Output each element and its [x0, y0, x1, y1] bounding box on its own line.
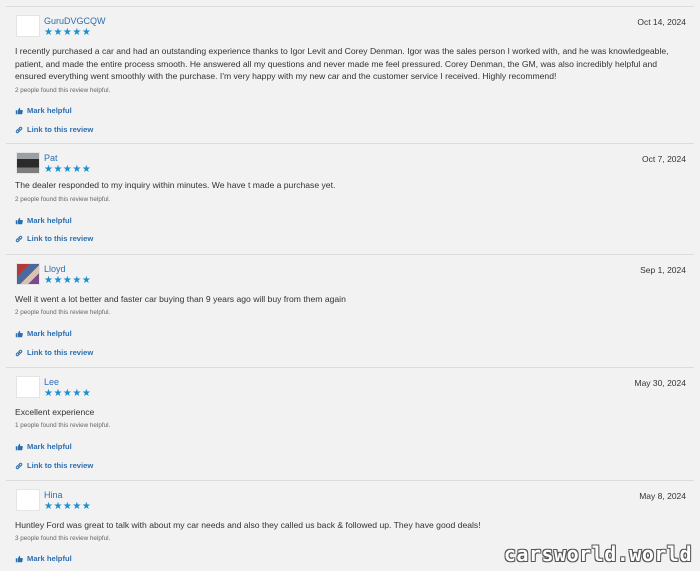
reviewer-name[interactable]: GuruDVGCQW [44, 16, 106, 26]
mark-helpful-button[interactable]: Mark helpful [15, 442, 72, 451]
review-date: May 30, 2024 [634, 378, 686, 388]
reviewer-name[interactable]: Lee [44, 377, 59, 387]
review-date: Sep 1, 2024 [640, 265, 686, 275]
review-text: The dealer responded to my inquiry withi… [15, 180, 336, 190]
mark-helpful-label: Mark helpful [27, 442, 72, 451]
watermark: carsworld.world [503, 542, 692, 566]
review-text: I recently purchased a car and had an ou… [15, 46, 669, 82]
link-icon [15, 126, 23, 133]
reviewer-name[interactable]: Pat [44, 153, 58, 163]
review-card: Lee ★★★★★ May 30, 2024 Excellent experie… [6, 368, 694, 481]
mark-helpful-button[interactable]: Mark helpful [15, 216, 72, 225]
review-text: Well it went a lot better and faster car… [15, 294, 346, 304]
helpful-count: 2 people found this review helpful. [15, 196, 111, 203]
review-link[interactable]: Link to this review [15, 461, 93, 470]
avatar [16, 15, 40, 37]
review-card: Pat ★★★★★ Oct 7, 2024 The dealer respond… [6, 144, 694, 255]
avatar [16, 152, 40, 174]
helpful-count: 3 people found this review helpful. [15, 535, 111, 542]
link-label: Link to this review [27, 461, 94, 470]
link-icon [15, 349, 23, 356]
review-link[interactable]: Link to this review [15, 125, 93, 134]
mark-helpful-label: Mark helpful [27, 554, 72, 563]
reviews-list: GuruDVGCQW ★★★★★ Oct 14, 2024 I recently… [6, 6, 694, 571]
mark-helpful-label: Mark helpful [27, 329, 72, 338]
star-rating: ★★★★★ [44, 275, 92, 286]
helpful-count: 2 people found this review helpful. [15, 87, 111, 94]
review-date: May 8, 2024 [639, 491, 686, 501]
thumbs-up-icon [15, 107, 23, 114]
link-icon [15, 462, 23, 469]
star-rating: ★★★★★ [44, 27, 92, 38]
thumbs-up-icon [15, 443, 23, 450]
review-link[interactable]: Link to this review [15, 234, 93, 243]
star-rating: ★★★★★ [44, 164, 92, 175]
avatar [16, 376, 40, 398]
mark-helpful-label: Mark helpful [27, 216, 72, 225]
mark-helpful-button[interactable]: Mark helpful [15, 329, 72, 338]
thumbs-up-icon [15, 330, 23, 337]
thumbs-up-icon [15, 217, 23, 224]
mark-helpful-label: Mark helpful [27, 106, 72, 115]
star-rating: ★★★★★ [44, 501, 92, 512]
link-label: Link to this review [27, 125, 94, 134]
review-link[interactable]: Link to this review [15, 348, 93, 357]
helpful-count: 1 people found this review helpful. [15, 422, 111, 429]
review-date: Oct 14, 2024 [637, 17, 686, 27]
review-text: Excellent experience [15, 407, 95, 417]
star-rating: ★★★★★ [44, 388, 92, 399]
avatar [16, 263, 40, 285]
review-date: Oct 7, 2024 [642, 154, 686, 164]
review-text: Huntley Ford was great to talk with abou… [15, 520, 481, 530]
link-icon [15, 235, 23, 242]
review-card: GuruDVGCQW ★★★★★ Oct 14, 2024 I recently… [6, 7, 694, 144]
reviewer-name[interactable]: Hina [44, 490, 63, 500]
review-card: Lloyd ★★★★★ Sep 1, 2024 Well it went a l… [6, 255, 694, 368]
reviewer-name[interactable]: Lloyd [44, 264, 66, 274]
link-label: Link to this review [27, 348, 94, 357]
mark-helpful-button[interactable]: Mark helpful [15, 554, 72, 563]
thumbs-up-icon [15, 555, 23, 562]
avatar [16, 489, 40, 511]
helpful-count: 2 people found this review helpful. [15, 309, 111, 316]
mark-helpful-button[interactable]: Mark helpful [15, 106, 72, 115]
link-label: Link to this review [27, 234, 94, 243]
